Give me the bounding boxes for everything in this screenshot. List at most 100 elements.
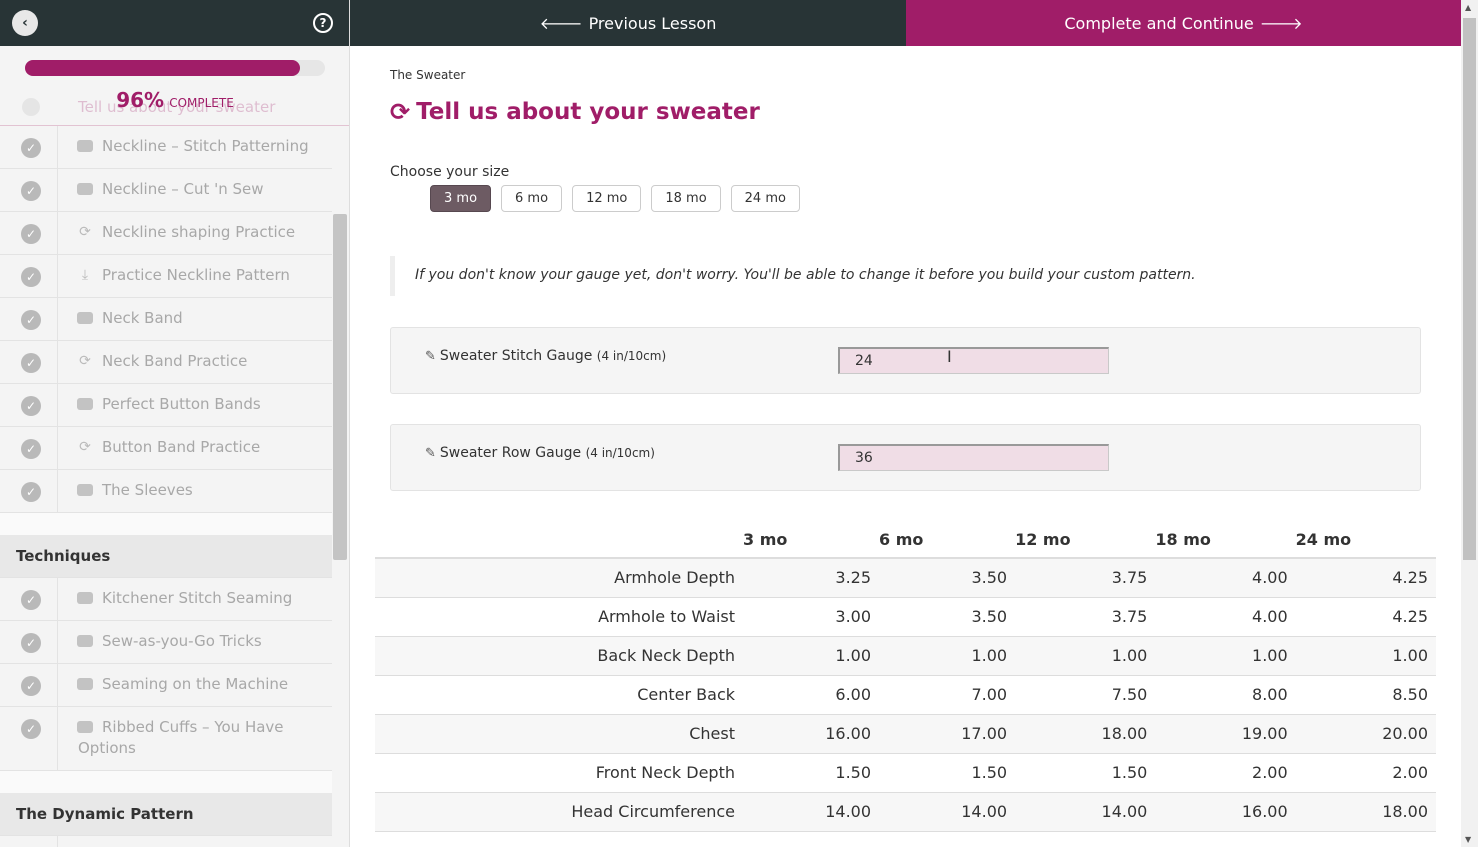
progress-area: Tell us about your sweater 96% COMPLETE	[0, 46, 349, 126]
sidebar-lesson-item[interactable]: ✓ Seaming on the Machine	[0, 664, 332, 707]
table-cell: 4.25	[1295, 597, 1436, 637]
arrow-left-icon: 🡐	[539, 14, 583, 33]
table-cell: 14.00	[879, 792, 1016, 832]
check-icon: ✓	[21, 138, 41, 158]
video-icon	[76, 675, 94, 693]
lesson-check-column: ✓	[0, 427, 58, 469]
table-row: Back Neck Depth 1.00 1.00 1.00 1.00 1.00	[375, 636, 1436, 676]
sidebar-lesson-item[interactable]: ✓ ⟳ Neckline shaping Practice	[0, 212, 332, 255]
table-cell: 3.75	[1015, 558, 1156, 598]
sidebar-lesson-item[interactable]: ✓ Neckline – Stitch Patterning	[0, 126, 332, 169]
stitch-gauge-box: ✎ Sweater Stitch Gauge (4 in/10cm)	[390, 327, 1421, 394]
progress-label: COMPLETE	[169, 96, 234, 110]
check-icon: ✓	[21, 590, 41, 610]
table-header-row: 3 mo 6 mo 12 mo 18 mo 24 mo	[375, 521, 1436, 559]
row-label: Back Neck Depth	[375, 636, 743, 676]
row-gauge-box: ✎ Sweater Row Gauge (4 in/10cm)	[390, 424, 1421, 491]
stitch-gauge-label: ✎ Sweater Stitch Gauge (4 in/10cm)	[425, 348, 666, 364]
previous-lesson-button[interactable]: 🡐 Previous Lesson	[350, 0, 906, 46]
row-label: Chest	[375, 714, 743, 754]
table-cell: 2.00	[1295, 753, 1436, 793]
size-button[interactable]: 24 mo	[730, 185, 800, 212]
scroll-up-icon[interactable]: ▲	[1465, 3, 1471, 12]
app-root: ‹ ? ✓ Neckline – Stitch Patterning ✓ Neckli…	[0, 0, 1478, 847]
lesson-check-column: ✓	[0, 126, 58, 168]
video-icon	[76, 589, 94, 607]
lesson-check-column: ✓	[0, 664, 58, 706]
table-row: Armhole to Waist 3.00 3.50 3.75 4.00 4.25	[375, 597, 1436, 637]
table-cell: 1.00	[1015, 636, 1156, 676]
lesson-title: Kitchener Stitch Seaming	[102, 589, 293, 607]
lesson-check-column: ✓	[0, 836, 58, 847]
page-scrollbar[interactable]: ▲ ▼	[1461, 0, 1478, 847]
sidebar-lesson-item[interactable]: ✓ ⟳ Button Band Practice	[0, 427, 332, 470]
text-cursor-icon: I	[947, 347, 952, 366]
check-icon: ✓	[21, 719, 41, 739]
page-scrollbar-thumb[interactable]	[1463, 18, 1476, 560]
table-body: Armhole Depth 3.25 3.50 3.75 4.00 4.25 Armhole…	[375, 558, 1436, 832]
table-row: Head Circumference 14.00 14.00 14.00 16.00 18…	[375, 792, 1436, 832]
sidebar-lesson-item[interactable]: ✓ Neckline – Cut 'n Sew	[0, 169, 332, 212]
check-icon: ✓	[21, 676, 41, 696]
help-icon[interactable]: ?	[313, 13, 333, 33]
check-icon: ✓	[21, 439, 41, 459]
table-row: Chest 16.00 17.00 18.00 19.00 20.00	[375, 714, 1436, 754]
table-cell: 14.00	[743, 792, 880, 832]
lesson-check-column: ✓	[0, 384, 58, 426]
scroll-down-icon[interactable]: ▼	[1465, 835, 1471, 844]
sidebar-lesson-item[interactable]: ✓	[0, 836, 332, 847]
row-gauge-input[interactable]	[838, 444, 1109, 471]
size-button[interactable]: 3 mo	[430, 185, 492, 212]
video-icon	[76, 395, 94, 413]
sidebar-lesson-item[interactable]: ✓ Kitchener Stitch Seaming	[0, 578, 332, 621]
lesson-check-column: ✓	[0, 255, 58, 297]
lesson-check-column: ✓	[0, 470, 58, 512]
table-column-header: 24 mo	[1295, 521, 1436, 559]
complete-continue-button[interactable]: Complete and Continue 🡒	[906, 0, 1461, 46]
progress-fill	[25, 60, 301, 76]
sidebar-lesson-item[interactable]: ✓ ⟳ Neck Band Practice	[0, 341, 332, 384]
measurements-table: 3 mo 6 mo 12 mo 18 mo 24 mo Armhole Depth 3.2…	[375, 521, 1436, 832]
back-icon[interactable]: ‹	[12, 10, 38, 36]
table-cell: 19.00	[1155, 714, 1296, 754]
complete-continue-label: Complete and Continue	[1064, 13, 1254, 33]
table-cell: 3.50	[879, 597, 1016, 637]
table-cell: 3.25	[743, 558, 880, 598]
sidebar-lesson-item[interactable]: ✓ ⤓ Practice Neckline Pattern	[0, 255, 332, 298]
sidebar-lesson-item[interactable]: ✓ Ribbed Cuffs – You Have Options	[0, 707, 332, 771]
lesson-title: Neckline shaping Practice	[102, 223, 296, 241]
table-cell: 3.00	[743, 597, 880, 637]
size-button[interactable]: 18 mo	[651, 185, 721, 212]
stitch-gauge-input[interactable]	[838, 347, 1109, 374]
table-cell: 8.50	[1295, 675, 1436, 715]
table-column-header: 12 mo	[1015, 521, 1156, 559]
lesson-title: The Sleeves	[102, 481, 193, 499]
row-label: Head Circumference	[375, 792, 743, 832]
table-cell: 1.50	[1015, 753, 1156, 793]
check-icon: ✓	[21, 267, 41, 287]
lesson-title: Neckline – Cut 'n Sew	[102, 180, 264, 198]
sidebar-lesson-item[interactable]: ✓ Perfect Button Bands	[0, 384, 332, 427]
sidebar-lesson-item[interactable]: ✓ Neck Band	[0, 298, 332, 341]
size-button[interactable]: 6 mo	[501, 185, 563, 212]
table-column-header: 18 mo	[1155, 521, 1296, 559]
check-icon: ✓	[21, 310, 41, 330]
size-button[interactable]: 12 mo	[572, 185, 642, 212]
refresh-icon: ⟳	[79, 439, 91, 455]
sidebar-lesson-item[interactable]: ✓ The Sleeves	[0, 470, 332, 513]
table-header-blank	[375, 521, 743, 559]
row-gauge-label-text: Sweater Row Gauge	[439, 445, 582, 461]
row-label: Front Neck Depth	[375, 753, 743, 793]
table-cell: 18.00	[1015, 714, 1156, 754]
table-cell: 3.75	[1015, 597, 1156, 637]
sidebar-scrollbar[interactable]	[333, 214, 347, 560]
check-icon: ✓	[21, 396, 41, 416]
sidebar-lesson-item[interactable]: ✓ Sew-as-you-Go Tricks	[0, 621, 332, 664]
row-gauge-unit: (4 in/10cm)	[585, 446, 655, 460]
progress-bar	[25, 60, 325, 76]
pencil-icon: ✎	[425, 349, 436, 364]
check-icon: ✓	[21, 353, 41, 373]
table-cell: 3.50	[879, 558, 1016, 598]
table-row: Armhole Depth 3.25 3.50 3.75 4.00 4.25	[375, 558, 1436, 598]
progress-percent: 96%	[116, 88, 165, 112]
